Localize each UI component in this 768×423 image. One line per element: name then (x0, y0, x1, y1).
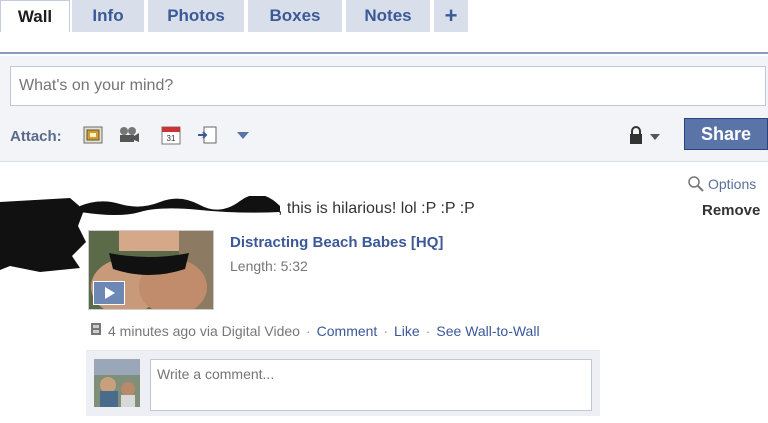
separator-dot: · (383, 322, 388, 339)
video-icon[interactable] (118, 124, 140, 146)
photo-icon[interactable] (82, 124, 104, 146)
tab-divider (0, 52, 768, 54)
status-composer: Attach: 31 Share (0, 56, 768, 162)
tab-info[interactable]: Info (72, 0, 146, 32)
comment-box (86, 350, 600, 416)
story-meta: 4 minutes ago via Digital Video · Commen… (90, 322, 540, 339)
story-options-link[interactable]: Options (688, 176, 756, 195)
event-icon[interactable]: 31 (160, 124, 182, 146)
profile-tabs: Wall Info Photos Boxes Notes + (0, 0, 768, 32)
play-icon[interactable] (93, 281, 125, 305)
see-wall-to-wall-link[interactable]: See Wall-to-Wall (436, 323, 539, 339)
remove-link[interactable]: Remove (702, 202, 760, 219)
story-message: , this is hilarious! lol :P :P :P (278, 200, 475, 217)
comment-link[interactable]: Comment (317, 323, 378, 339)
comment-input[interactable] (150, 359, 592, 411)
tab-wall[interactable]: Wall (0, 0, 70, 32)
video-source-icon (90, 322, 102, 339)
svg-text:31: 31 (167, 134, 176, 143)
lock-icon[interactable] (628, 126, 664, 146)
magnifier-icon (688, 176, 704, 195)
tab-notes[interactable]: Notes (346, 0, 432, 32)
status-input[interactable] (10, 66, 766, 106)
separator-dot: · (425, 322, 431, 339)
tab-photos[interactable]: Photos (148, 0, 246, 32)
link-icon[interactable] (196, 124, 218, 146)
add-tab-button[interactable]: + (434, 0, 470, 32)
more-dropdown-icon[interactable] (232, 124, 254, 146)
video-length: Length: 5:32 (230, 258, 308, 274)
separator-dot: · (305, 322, 311, 339)
like-link[interactable]: Like (394, 323, 420, 339)
share-button[interactable]: Share (684, 118, 768, 150)
tab-boxes[interactable]: Boxes (248, 0, 344, 32)
viewer-avatar (94, 359, 140, 407)
video-thumbnail[interactable] (88, 230, 214, 310)
attach-label: Attach: (10, 128, 62, 145)
poster-name-redacted (80, 194, 280, 216)
story-timestamp[interactable]: 4 minutes ago via Digital Video (108, 323, 300, 339)
options-label: Options (708, 176, 757, 192)
video-title-link[interactable]: Distracting Beach Babes [HQ] (230, 234, 443, 251)
poster-avatar-redacted (0, 196, 88, 274)
